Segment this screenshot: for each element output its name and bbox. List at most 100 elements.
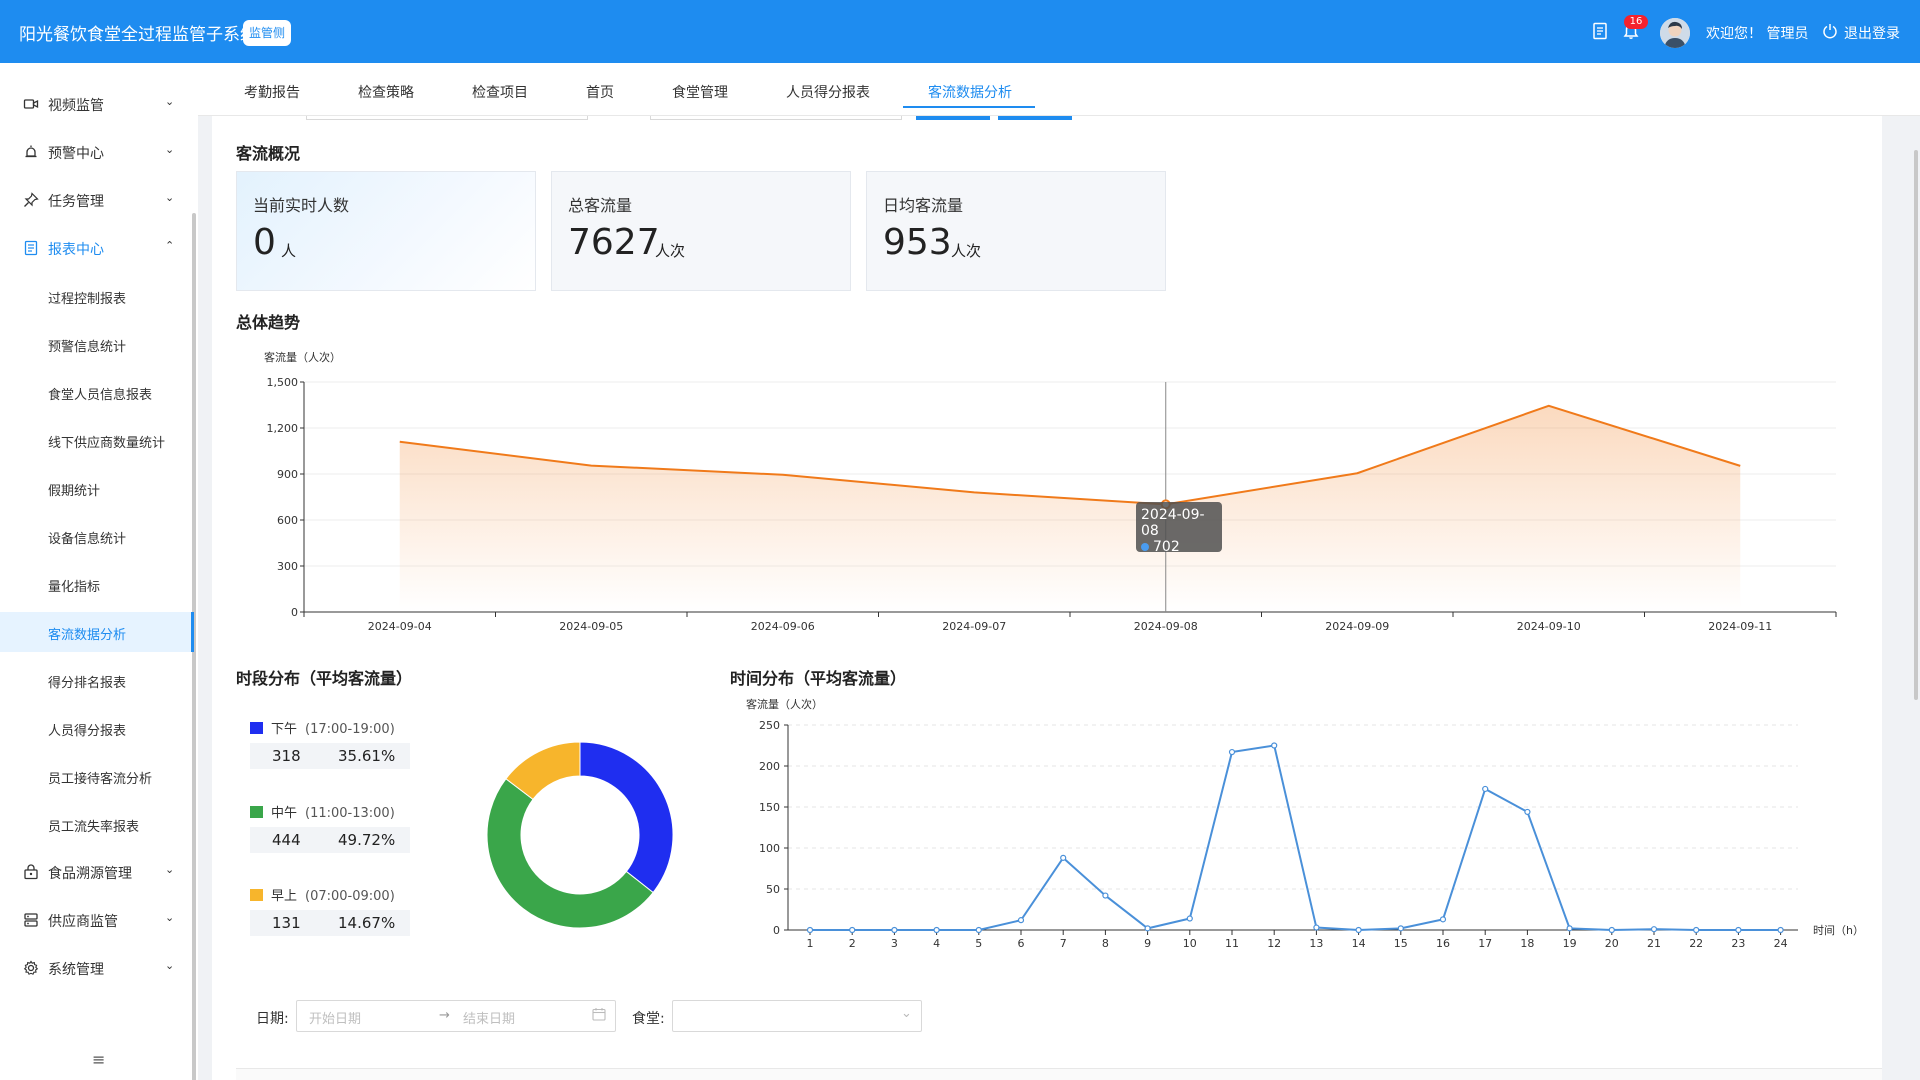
overview-title: 客流概况 [236, 144, 301, 163]
sidebar-item-supplier[interactable]: 供应商监管 ⌄ [0, 900, 192, 940]
legend-row-afternoon: 下午 (17:00-19:00) [250, 718, 410, 737]
legend-row-noon: 中午 (11:00-13:00) [250, 802, 410, 821]
stat-unit: 人次 [951, 242, 982, 260]
hourly-point [1186, 915, 1193, 922]
legend-percent: 49.72% [338, 831, 396, 849]
menu-collapse-icon[interactable]: ≡ [92, 1050, 105, 1069]
sidebar-sub-item-active[interactable]: 客流数据分析 [0, 612, 194, 652]
sidebar-item-system[interactable]: 系统管理 ⌄ [0, 948, 192, 988]
stat-card-realtime: 当前实时人数 0 人 [236, 171, 536, 291]
sidebar-sub-item[interactable]: 员工接待客流分析 [0, 756, 194, 796]
date-label: 日期: [256, 1011, 289, 1027]
sub-item-label: 食堂人员信息报表 [48, 388, 153, 403]
y-tick-label: 50 [766, 883, 780, 896]
date-range-picker[interactable]: 开始日期 → 结束日期 [296, 1000, 616, 1032]
cut-filter-input[interactable] [650, 116, 902, 120]
welcome-text: 欢迎您！ 管理员 [1706, 26, 1809, 42]
hourly-point [1144, 925, 1151, 932]
sub-item-label: 客流数据分析 [48, 628, 127, 643]
x-tick-label: 15 [1394, 937, 1408, 950]
x-tick-label: 24 [1774, 937, 1788, 950]
logout-link[interactable]: 退出登录 [1844, 23, 1900, 43]
table-header [236, 1068, 1882, 1080]
tab-strategy[interactable]: 检查策略 [358, 82, 414, 102]
sidebar-item-task[interactable]: 任务管理 ⌄ [0, 180, 192, 220]
y-tick-label: 1,500 [267, 376, 299, 389]
hourly-line [810, 744, 1781, 932]
tab-canteen[interactable]: 食堂管理 [672, 82, 728, 102]
sidebar-sub-item[interactable]: 预警信息统计 [0, 324, 194, 364]
x-tick-label: 20 [1605, 937, 1619, 950]
hourly-title: 时间分布（平均客流量） [730, 669, 907, 688]
pin-icon [23, 192, 39, 208]
legend-value-morning: 131 14.67% [250, 910, 410, 936]
stat-label: 当前实时人数 [253, 196, 350, 215]
tooltip-value: 702 [1153, 539, 1180, 555]
legend-percent: 35.61% [338, 747, 396, 765]
x-tick-label: 16 [1436, 937, 1450, 950]
cut-filter-input[interactable] [306, 116, 588, 120]
hourly-point [849, 926, 856, 934]
hourly-point [1608, 926, 1615, 934]
sidebar-item-label: 食品溯源管理 [48, 866, 132, 882]
x-tick-label: 2024-09-10 [1517, 620, 1581, 633]
stat-value: 953 [883, 222, 952, 263]
sidebar-item-report[interactable]: 报表中心 ⌄ [0, 228, 192, 268]
tab-home[interactable]: 首页 [586, 82, 614, 102]
hourly-point [806, 926, 814, 934]
cut-reset-button[interactable] [998, 116, 1072, 120]
canteen-label: 食堂: [632, 1011, 665, 1027]
chevron-down-icon: ⌄ [165, 95, 175, 108]
y-tick-label: 900 [277, 468, 298, 481]
sidebar-item-label: 系统管理 [48, 962, 104, 978]
trend-area [399, 405, 1741, 612]
cut-query-button[interactable] [916, 116, 990, 120]
sub-item-label: 量化指标 [48, 580, 101, 595]
canteen-select[interactable]: ⌄ [672, 1000, 922, 1032]
tab-attendance[interactable]: 考勤报告 [244, 82, 300, 102]
sidebar-sub-item[interactable]: 人员得分报表 [0, 708, 194, 748]
sidebar-sub-item[interactable]: 员工流失率报表 [0, 804, 194, 844]
document-icon[interactable] [1591, 22, 1609, 40]
tab-check-items[interactable]: 检查项目 [472, 82, 528, 102]
sidebar-sub-item[interactable]: 设备信息统计 [0, 516, 194, 556]
y-tick-label: 150 [759, 801, 780, 814]
avatar[interactable] [1660, 18, 1690, 48]
hourly-point [1439, 916, 1447, 923]
hourly-point [1566, 925, 1573, 932]
sidebar-item-alarm[interactable]: 预警中心 ⌄ [0, 132, 192, 172]
hourly-point [933, 926, 940, 934]
x-tick-label: 4 [933, 937, 940, 950]
server-icon [23, 912, 39, 928]
sidebar-sub-item[interactable]: 量化指标 [0, 564, 194, 604]
sidebar-sub-item[interactable]: 食堂人员信息报表 [0, 372, 194, 412]
sidebar-item-trace[interactable]: 食品溯源管理 ⌄ [0, 852, 192, 892]
stat-card-total: 总客流量 7627 人次 [551, 171, 851, 291]
sub-item-label: 员工流失率报表 [48, 820, 140, 835]
legend-row-morning: 早上 (07:00-09:00) [250, 885, 410, 904]
hourly-point [1650, 926, 1658, 933]
sidebar-sub-item[interactable]: 过程控制报表 [0, 276, 194, 316]
trend-title: 总体趋势 [236, 313, 301, 332]
tab-passenger-analysis[interactable]: 客流数据分析 [928, 82, 1012, 102]
legend-range: (11:00-13:00) [305, 806, 395, 821]
sub-item-label: 过程控制报表 [48, 292, 127, 307]
side-badge: 监管侧 [243, 20, 292, 46]
alarm-icon [23, 144, 39, 160]
sidebar-sub-item[interactable]: 假期统计 [0, 468, 194, 508]
hourly-point [1228, 748, 1236, 756]
end-date-placeholder: 结束日期 [463, 1012, 516, 1027]
sidebar-sub-item[interactable]: 得分排名报表 [0, 660, 194, 700]
chart-tooltip: 2024-09-08 702 [1136, 502, 1222, 555]
y-tick-label: 300 [277, 560, 298, 573]
legend-value-afternoon: 318 35.61% [250, 743, 410, 769]
page-scrollbar[interactable] [1914, 150, 1918, 700]
sidebar-item-video[interactable]: 视频监管 ⌄ [0, 84, 192, 124]
stat-label: 日均客流量 [883, 196, 964, 215]
x-tick-label: 18 [1520, 937, 1534, 950]
y-tick-label: 0 [773, 924, 780, 937]
power-icon[interactable] [1822, 23, 1840, 41]
sidebar-sub-item[interactable]: 线下供应商数量统计 [0, 420, 194, 460]
hourly-point [975, 926, 982, 934]
tab-score-report[interactable]: 人员得分报表 [786, 82, 870, 102]
